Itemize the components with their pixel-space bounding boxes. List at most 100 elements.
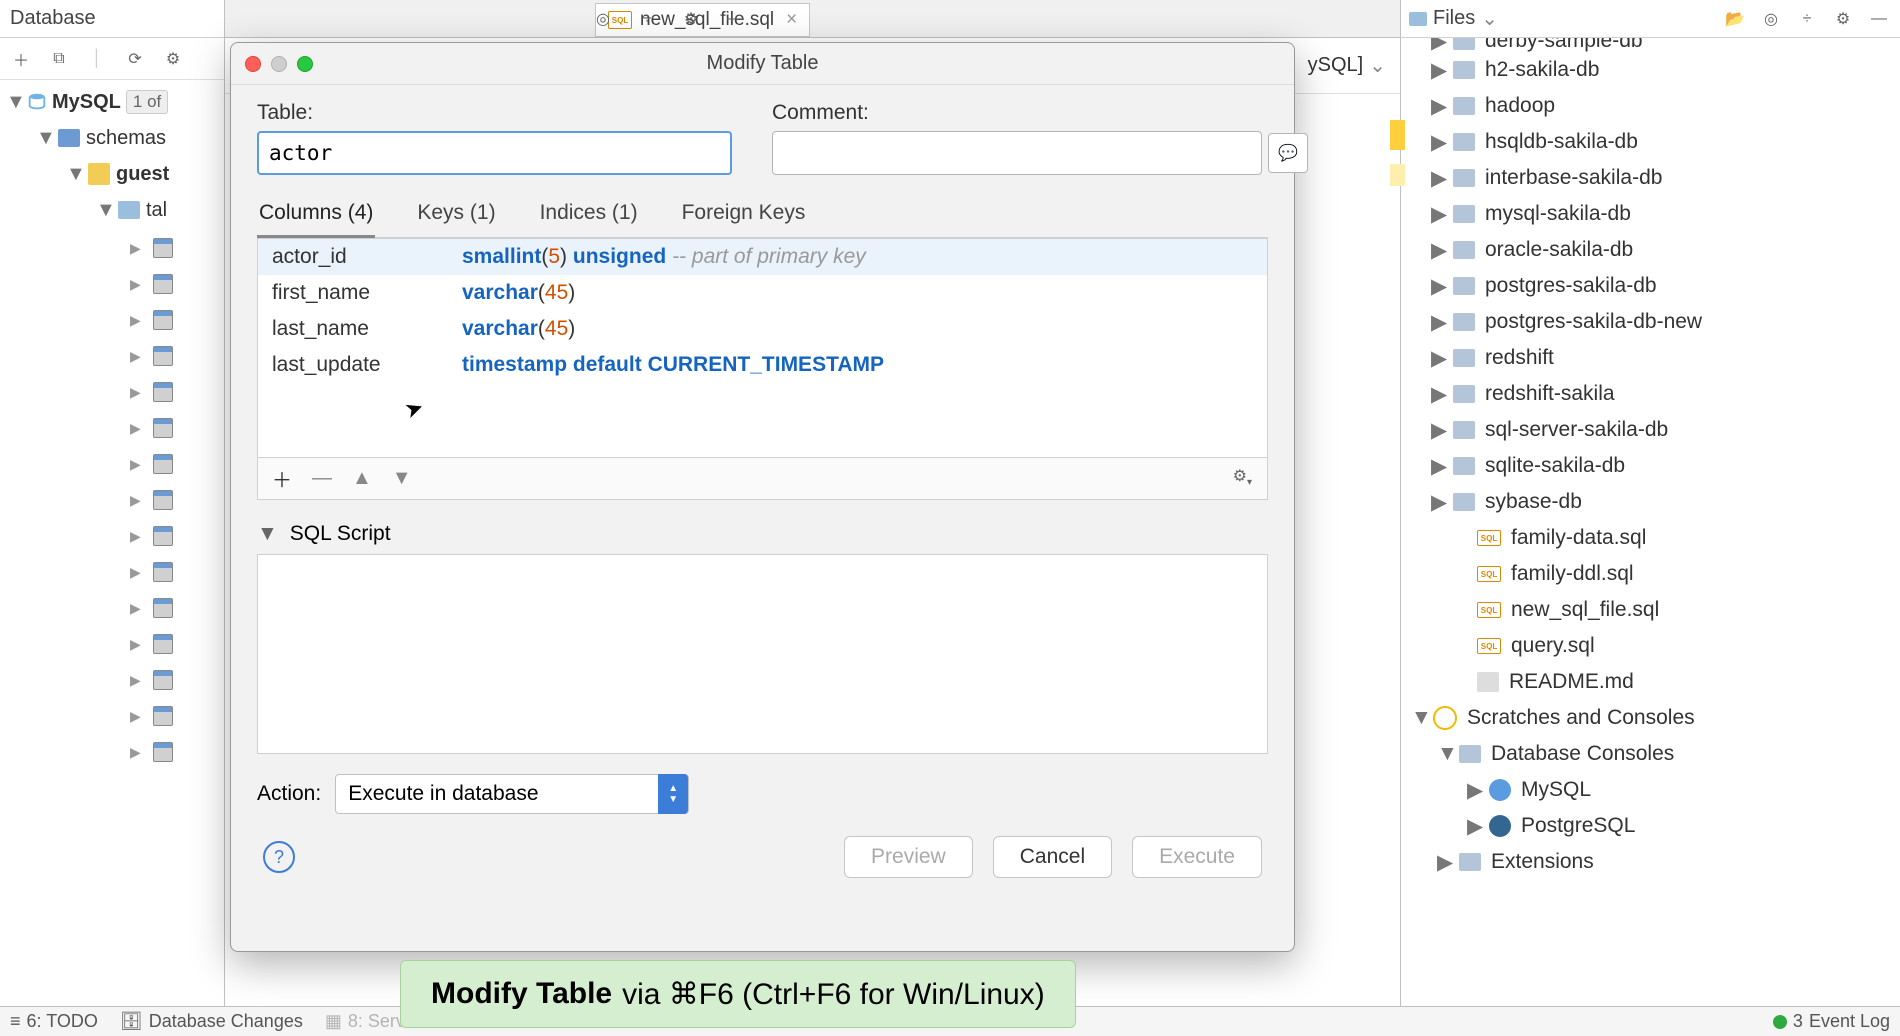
table-row[interactable]: ▶ (130, 590, 224, 626)
cancel-button[interactable]: Cancel (993, 836, 1112, 878)
chevron-right-icon[interactable]: ▶ (1431, 490, 1447, 515)
sidebar-item-dir[interactable]: ▶mysql-sakila-db (1401, 196, 1900, 232)
table-row[interactable]: ▶ (130, 518, 224, 554)
chevron-down-icon[interactable]: ⌄ (1369, 53, 1386, 78)
column-row[interactable]: actor_idsmallint(5) unsigned -- part of … (258, 239, 1267, 275)
chevron-right-icon[interactable]: ▶ (1431, 166, 1447, 191)
chevron-down-icon[interactable]: ▼ (96, 199, 112, 222)
chevron-right-icon[interactable]: ▶ (1431, 58, 1447, 83)
column-row[interactable]: first_namevarchar(45) (258, 275, 1267, 311)
chevron-right-icon[interactable]: ▶ (130, 348, 141, 365)
table-row[interactable]: ▶ (130, 698, 224, 734)
chevron-right-icon[interactable]: ▶ (130, 528, 141, 545)
chevron-right-icon[interactable]: ▶ (130, 708, 141, 725)
sidebar-item-file[interactable]: SQLquery.sql (1401, 628, 1900, 664)
table-row[interactable]: ▶ (130, 446, 224, 482)
chevron-down-icon[interactable]: ▼ (1437, 742, 1453, 766)
chevron-right-icon[interactable]: ▶ (130, 456, 141, 473)
move-down-icon[interactable]: ▼ (392, 467, 412, 490)
chevron-right-icon[interactable]: ▶ (1431, 382, 1447, 407)
sidebar-item-dir[interactable]: ▶postgres-sakila-db-new (1401, 304, 1900, 340)
columns-list[interactable]: actor_idsmallint(5) unsigned -- part of … (257, 238, 1268, 458)
tab-foreign-keys[interactable]: Foreign Keys (680, 193, 808, 237)
sidebar-item-dir[interactable]: ▶redshift (1401, 340, 1900, 376)
help-button[interactable]: ? (263, 841, 295, 873)
table-name-input[interactable] (257, 131, 732, 175)
sidebar-item-dir[interactable]: ▶interbase-sakila-db (1401, 160, 1900, 196)
sidebar-item-scratches[interactable]: ▼Scratches and Consoles (1401, 700, 1900, 736)
sidebar-item-dir[interactable]: ▶hsqldb-sakila-db (1401, 124, 1900, 160)
expand-comment-button[interactable]: 💬 (1268, 133, 1308, 173)
chevron-down-icon[interactable]: ▼ (257, 522, 278, 546)
status-todo[interactable]: ≡6: TODO (10, 1011, 98, 1032)
collapse-icon[interactable]: ÷ (634, 6, 660, 32)
tree-guest[interactable]: ▼ guest (0, 156, 224, 192)
chevron-right-icon[interactable]: ▶ (1431, 94, 1447, 119)
comment-input[interactable] (772, 131, 1262, 175)
chevron-right-icon[interactable]: ▶ (1467, 814, 1483, 839)
close-icon[interactable]: × (786, 9, 797, 31)
remove-column-icon[interactable]: — (312, 467, 332, 490)
sidebar-item-mysql[interactable]: ▶MySQL (1401, 772, 1900, 808)
target-icon[interactable]: ◎ (1758, 6, 1784, 32)
chevron-right-icon[interactable]: ▶ (130, 420, 141, 437)
close-window-icon[interactable] (245, 56, 261, 72)
sql-script-area[interactable] (257, 554, 1268, 754)
sidebar-item-dir[interactable]: ▶sybase-db (1401, 484, 1900, 520)
add-icon[interactable]: ＋ (8, 46, 34, 72)
chevron-right-icon[interactable]: ▶ (1467, 778, 1483, 803)
maximize-window-icon[interactable] (297, 56, 313, 72)
tab-columns[interactable]: Columns (4) (257, 193, 375, 238)
chevron-right-icon[interactable]: ▶ (1431, 454, 1447, 479)
status-db-changes[interactable]: 🗄Database Changes (120, 1011, 303, 1032)
refresh-icon[interactable]: ⟳ (122, 46, 148, 72)
status-event-log[interactable]: 3Event Log (1773, 1011, 1890, 1032)
preview-button[interactable]: Preview (844, 836, 973, 878)
chevron-right-icon[interactable]: ▶ (1431, 130, 1447, 155)
sidebar-item-dir[interactable]: ▶derby-sample-db (1401, 38, 1900, 52)
minimize-icon[interactable]: — (1866, 6, 1892, 32)
collapse-icon[interactable]: ÷ (1794, 6, 1820, 32)
dialog-titlebar[interactable]: Modify Table (231, 43, 1294, 85)
tree-schemas[interactable]: ▼ schemas (0, 120, 224, 156)
tree-tables[interactable]: ▼ tal (0, 192, 224, 228)
chevron-right-icon[interactable]: ▶ (1437, 850, 1453, 875)
column-row[interactable]: last_updatetimestamp default CURRENT_TIM… (258, 347, 1267, 383)
sidebar-item-file[interactable]: README.md (1401, 664, 1900, 700)
chevron-right-icon[interactable]: ▶ (130, 276, 141, 293)
files-panel-title[interactable]: Files ⌄ (1409, 6, 1498, 31)
table-row[interactable]: ▶ (130, 482, 224, 518)
chevron-right-icon[interactable]: ▶ (1431, 418, 1447, 443)
chevron-right-icon[interactable]: ▶ (1431, 274, 1447, 299)
chevron-right-icon[interactable]: ▶ (1431, 202, 1447, 227)
add-column-icon[interactable]: ＋ (272, 464, 292, 493)
minimize-icon[interactable]: — (722, 6, 748, 32)
gear-icon[interactable]: ⚙ (1830, 6, 1856, 32)
chevron-right-icon[interactable]: ▶ (1431, 346, 1447, 371)
gear-icon[interactable]: ⚙ (678, 6, 704, 32)
chevron-right-icon[interactable]: ▶ (1431, 310, 1447, 335)
table-row[interactable]: ▶ (130, 554, 224, 590)
chevron-right-icon[interactable]: ▶ (130, 384, 141, 401)
table-row[interactable]: ▶ (130, 266, 224, 302)
gear-icon[interactable]: ⚙▾ (1233, 466, 1252, 488)
table-row[interactable]: ▶ (130, 230, 224, 266)
table-row[interactable]: ▶ (130, 626, 224, 662)
chevron-right-icon[interactable]: ▶ (130, 492, 141, 509)
sidebar-item-dir[interactable]: ▶postgres-sakila-db (1401, 268, 1900, 304)
chevron-right-icon[interactable]: ▶ (130, 240, 141, 257)
sidebar-item-extensions[interactable]: ▶Extensions (1401, 844, 1900, 880)
column-row[interactable]: last_namevarchar(45) (258, 311, 1267, 347)
chevron-down-icon[interactable]: ▼ (36, 127, 52, 150)
duplicate-icon[interactable]: ⧉ (46, 46, 72, 72)
sidebar-item-postgresql[interactable]: ▶PostgreSQL (1401, 808, 1900, 844)
tab-keys[interactable]: Keys (1) (415, 193, 497, 237)
target-icon[interactable]: ◎ (590, 6, 616, 32)
sidebar-item-file[interactable]: SQLnew_sql_file.sql (1401, 592, 1900, 628)
filter-icon[interactable]: ⚙ (160, 46, 186, 72)
table-row[interactable]: ▶ (130, 734, 224, 770)
chevron-down-icon[interactable]: ▼ (66, 163, 82, 186)
chevron-right-icon[interactable]: ▶ (1431, 238, 1447, 263)
move-up-icon[interactable]: ▲ (352, 467, 372, 490)
sidebar-item-dir[interactable]: ▶h2-sakila-db (1401, 52, 1900, 88)
